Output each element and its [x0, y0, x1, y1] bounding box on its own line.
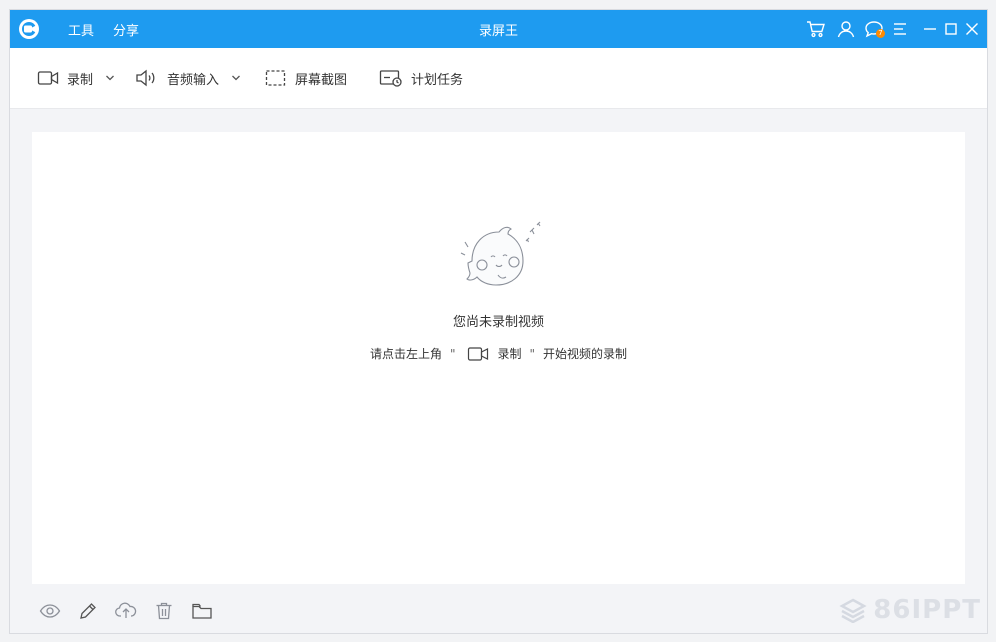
schedule-clock-icon: [379, 69, 403, 87]
layers-icon: [839, 598, 867, 623]
quote-close: ": [529, 346, 536, 361]
empty-mascot-icon: [450, 217, 550, 297]
audio-input-button[interactable]: 音频输入: [135, 68, 241, 88]
title-bar: 工具 分享 录屏王 7: [10, 10, 987, 48]
scheduled-task-label: 计划任务: [411, 72, 464, 88]
folder-icon[interactable]: [191, 601, 213, 621]
watermark: 86IPPT: [839, 595, 981, 625]
empty-state-hint: 请点击左上角 " 录制 " 开始视频的录制: [32, 345, 965, 362]
pencil-icon[interactable]: [77, 601, 99, 621]
app-logo-icon: [18, 18, 42, 40]
recordings-panel: 您尚未录制视频 请点击左上角 " 录制 " 开始视频的录制: [32, 132, 965, 584]
eye-icon[interactable]: [39, 601, 61, 621]
scheduled-task-button[interactable]: 计划任务: [379, 68, 463, 88]
empty-state-title: 您尚未录制视频: [452, 315, 544, 330]
hint-record-label: 录制: [497, 347, 522, 361]
chevron-down-icon[interactable]: [231, 74, 241, 82]
screenshot-region-icon: [265, 69, 287, 87]
screenshot-button[interactable]: 屏幕截图: [265, 68, 347, 88]
trash-icon[interactable]: [153, 601, 175, 621]
menu-share[interactable]: 分享: [113, 20, 139, 39]
cart-icon[interactable]: [806, 19, 826, 39]
watermark-text: 86IPPT: [873, 595, 981, 625]
message-badge: 7: [876, 29, 885, 38]
message-icon[interactable]: 7: [864, 19, 885, 39]
record-label: 录制: [67, 72, 94, 88]
app-window: 工具 分享 录屏王 7 录制 音频输入 屏幕截图 计划任务 您尚未录制视频 请点…: [9, 9, 988, 634]
video-camera-icon: [37, 69, 59, 87]
record-button[interactable]: 录制: [37, 68, 115, 88]
maximize-icon[interactable]: [941, 19, 961, 39]
cloud-upload-icon[interactable]: [115, 601, 137, 621]
chevron-down-icon[interactable]: [105, 74, 115, 82]
minimize-icon[interactable]: [920, 19, 940, 39]
screenshot-label: 屏幕截图: [295, 72, 348, 88]
user-icon[interactable]: [836, 19, 856, 39]
main-toolbar: 录制 音频输入 屏幕截图 计划任务: [10, 48, 987, 109]
close-icon[interactable]: [962, 19, 982, 39]
menu-tools[interactable]: 工具: [68, 20, 94, 39]
audio-input-label: 音频输入: [167, 72, 220, 88]
video-camera-icon: [467, 346, 489, 362]
speaker-icon: [135, 69, 159, 87]
quote-open: ": [449, 346, 456, 361]
bottom-action-bar: 86IPPT: [10, 585, 987, 633]
hint-before: 请点击左上角: [369, 347, 442, 361]
menu-list-icon[interactable]: [890, 19, 910, 39]
hint-after: 开始视频的录制: [543, 347, 628, 361]
